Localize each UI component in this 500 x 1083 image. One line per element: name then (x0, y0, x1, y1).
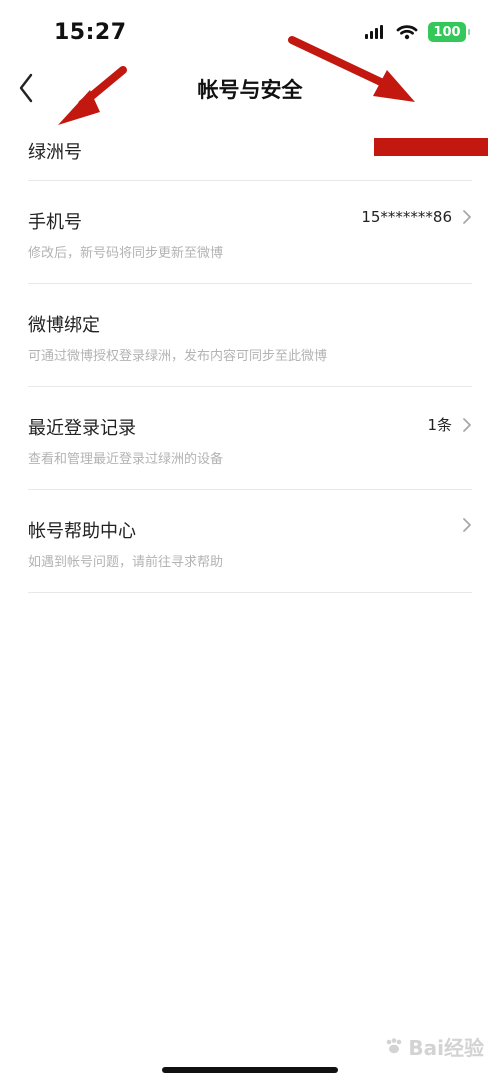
weibo-binding-item[interactable]: 微博绑定 可通过微博授权登录绿洲，发布内容可同步至此微博 (28, 284, 472, 387)
recent-login-right: 1条 (427, 414, 472, 435)
account-help-center-right (462, 517, 472, 533)
oasis-id-row: 绿洲号 (28, 118, 488, 181)
wifi-icon (396, 25, 418, 40)
status-bar: 15:27 100 (0, 0, 500, 64)
paw-icon (387, 1037, 402, 1053)
recent-login-subtitle: 查看和管理最近登录过绿洲的设备 (28, 452, 224, 467)
oasis-id-label: 绿洲号 (28, 142, 82, 163)
chevron-right-icon (463, 417, 471, 432)
phone-number-value: 15*******86 (361, 208, 452, 226)
chevron-right-icon (463, 210, 471, 224)
signal-icon (365, 25, 383, 39)
account-help-center-title: 帐号帮助中心 (28, 521, 136, 542)
account-help-center-subtitle: 如遇到帐号问题，请前往寻求帮助 (28, 555, 224, 570)
home-indicator[interactable] (162, 1067, 338, 1073)
phone-number-right: 15*******86 (361, 208, 472, 226)
weibo-binding-subtitle: 可通过微博授权登录绿洲，发布内容可同步至此微博 (28, 349, 328, 364)
watermark: Bai经验 (384, 1032, 484, 1061)
phone-number-title: 手机号 (28, 212, 82, 233)
weibo-binding-title: 微博绑定 (28, 315, 100, 336)
phone-number-subtitle: 修改后，新号码将同步更新至微博 (28, 246, 224, 261)
battery-icon: 100 (428, 22, 470, 42)
settings-list: 绿洲号 手机号 修改后，新号码将同步更新至微博 15*******86 微博绑定… (28, 118, 488, 593)
navigation-header: 帐号与安全 (0, 62, 500, 118)
chevron-right-icon (463, 518, 471, 532)
status-icons: 100 (364, 22, 470, 42)
recent-login-item[interactable]: 最近登录记录 查看和管理最近登录过绿洲的设备 1条 (28, 387, 472, 490)
account-help-center-item[interactable]: 帐号帮助中心 如遇到帐号问题，请前往寻求帮助 (28, 490, 472, 593)
status-time: 15:27 (54, 20, 127, 45)
redaction-bar (374, 138, 488, 156)
recent-login-value: 1条 (427, 416, 452, 434)
watermark-text: Bai经验 (408, 1036, 484, 1060)
page-title: 帐号与安全 (197, 78, 303, 102)
recent-login-title: 最近登录记录 (28, 418, 136, 439)
phone-number-item[interactable]: 手机号 修改后，新号码将同步更新至微博 15*******86 (28, 181, 472, 284)
